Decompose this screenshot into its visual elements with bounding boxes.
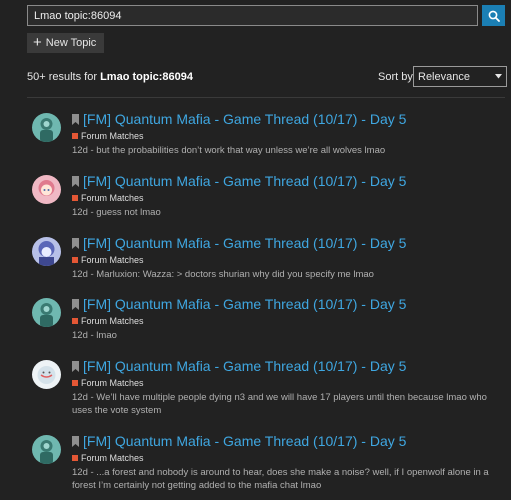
category-badge[interactable]: Forum Matches	[72, 376, 502, 389]
result-title-link[interactable]: [FM] Quantum Mafia - Game Thread (10/17)…	[83, 296, 406, 312]
results-query: Lmao topic:86094	[100, 71, 193, 83]
result-excerpt: - lmao	[87, 330, 117, 341]
category-label: Forum Matches	[81, 452, 144, 463]
category-color-square	[72, 454, 78, 461]
category-color-square	[72, 379, 78, 386]
category-color-square	[72, 194, 78, 201]
sort-selected: Relevance	[418, 70, 470, 83]
result-date: 12d	[72, 145, 88, 156]
bookmark-icon[interactable]	[72, 435, 79, 447]
results-count: 50+ results for	[27, 71, 98, 83]
new-topic-label: New Topic	[45, 37, 97, 49]
avatar[interactable]	[32, 360, 61, 389]
result-blurb: 12d - Marluxion: Wazza: > doctors shuria…	[72, 268, 502, 281]
category-label: Forum Matches	[81, 315, 144, 326]
category-label: Forum Matches	[81, 254, 144, 265]
category-label: Forum Matches	[81, 192, 144, 203]
category-badge[interactable]: Forum Matches	[72, 451, 502, 464]
results-summary: 50+ results for Lmao topic:86094	[27, 71, 193, 83]
result-blurb: 12d - ...a forest and nobody is around t…	[72, 466, 502, 492]
result-date: 12d	[72, 467, 88, 478]
caret-down-icon	[495, 74, 502, 79]
avatar[interactable]	[32, 237, 61, 266]
category-badge[interactable]: Forum Matches	[72, 253, 502, 266]
bookmark-icon[interactable]	[72, 360, 79, 372]
bookmark-icon[interactable]	[72, 237, 79, 249]
result-blurb: 12d - lmao	[72, 329, 502, 342]
result-title-link[interactable]: [FM] Quantum Mafia - Game Thread (10/17)…	[83, 235, 406, 251]
result-excerpt: - but the probabilities don’t work that …	[87, 145, 386, 156]
avatar[interactable]	[32, 298, 61, 327]
result-date: 12d	[72, 330, 88, 341]
result-blurb: 12d - guess not lmao	[72, 206, 502, 219]
result-blurb: 12d - We’ll have multiple people dying n…	[72, 391, 502, 417]
result-title-link[interactable]: [FM] Quantum Mafia - Game Thread (10/17)…	[83, 173, 406, 189]
result-blurb: 12d - but the probabilities don’t work t…	[72, 144, 502, 157]
category-badge[interactable]: Forum Matches	[72, 129, 502, 142]
plus-icon: +	[33, 34, 42, 51]
result-excerpt: - We’ll have multiple people dying n3 an…	[72, 392, 487, 416]
category-color-square	[72, 256, 78, 263]
category-label: Forum Matches	[81, 130, 144, 141]
sort-label: Sort by	[378, 71, 413, 83]
search-button[interactable]	[482, 5, 505, 26]
avatar[interactable]	[32, 435, 61, 464]
avatar[interactable]	[32, 113, 61, 142]
category-badge[interactable]: Forum Matches	[72, 314, 502, 327]
result-excerpt: - Marluxion: Wazza: > doctors shurian wh…	[87, 269, 374, 280]
result-date: 12d	[72, 207, 88, 218]
bookmark-icon[interactable]	[72, 175, 79, 187]
divider	[27, 97, 505, 98]
category-color-square	[72, 317, 78, 324]
category-label: Forum Matches	[81, 377, 144, 388]
search-input[interactable]	[27, 5, 478, 26]
result-title-link[interactable]: [FM] Quantum Mafia - Game Thread (10/17)…	[83, 111, 406, 127]
new-topic-button[interactable]: + New Topic	[27, 33, 105, 53]
result-title-link[interactable]: [FM] Quantum Mafia - Game Thread (10/17)…	[83, 433, 406, 449]
search-bar	[27, 5, 505, 26]
category-color-square	[72, 132, 78, 139]
search-icon	[488, 10, 500, 22]
bookmark-icon[interactable]	[72, 113, 79, 125]
result-title-link[interactable]: [FM] Quantum Mafia - Game Thread (10/17)…	[83, 358, 406, 374]
category-badge[interactable]: Forum Matches	[72, 191, 502, 204]
result-date: 12d	[72, 392, 88, 403]
result-excerpt: - guess not lmao	[87, 207, 161, 218]
bookmark-icon[interactable]	[72, 298, 79, 310]
avatar[interactable]	[32, 175, 61, 204]
result-excerpt: - ...a forest and nobody is around to he…	[72, 467, 489, 491]
sort-select[interactable]: Relevance	[413, 66, 507, 87]
result-date: 12d	[72, 269, 88, 280]
